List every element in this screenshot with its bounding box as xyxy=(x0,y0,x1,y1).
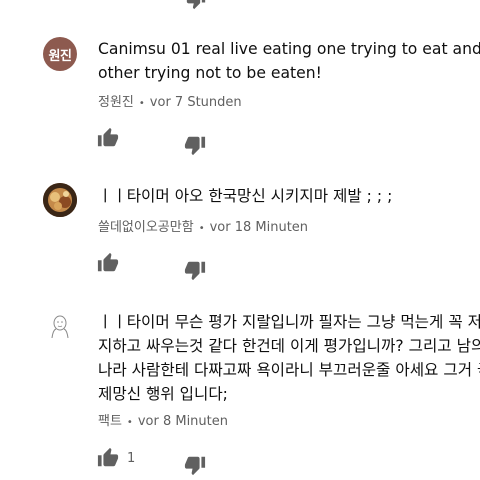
comment-line: other trying not to be eaten! xyxy=(98,64,322,82)
like-count: 1 xyxy=(127,451,136,466)
thumbs-down-icon[interactable] xyxy=(184,134,206,156)
meta-separator: • xyxy=(126,417,133,428)
comment-line: ㅣㅣ타이머 아오 한국망신 시키지마 제발 ; ; ; xyxy=(98,187,393,205)
comment-line: 제망신 행위 입니다; xyxy=(98,385,228,403)
timestamp: vor 8 Minuten xyxy=(137,414,228,429)
previous-comment-actions xyxy=(0,0,480,10)
thumbs-down-icon[interactable] xyxy=(186,0,206,10)
meta-separator: • xyxy=(138,98,145,109)
meta-separator: • xyxy=(198,223,205,234)
avatar[interactable] xyxy=(43,183,77,217)
avatar-photo xyxy=(43,183,77,217)
author-name[interactable]: 정원진 xyxy=(98,95,134,110)
avatar-sketch xyxy=(51,315,69,339)
comment-text: ㅣㅣ타이머 무슨 평가 지랄입니까 필자는 그냥 먹는게 꼭 저 느 지하고 싸… xyxy=(98,310,480,406)
thumbs-up-icon[interactable] xyxy=(97,252,119,274)
author-name[interactable]: 쓸데없이오공만함 xyxy=(98,220,194,235)
comment-text: ㅣㅣ타이머 아오 한국망신 시키지마 제발 ; ; ; xyxy=(98,184,480,208)
comment-meta: 쓸데없이오공만함 • vor 18 Minuten xyxy=(98,216,308,235)
comment-line: 나라 사람한테 다짜고짜 욕이라니 부끄러운줄 아세요 그거 국 xyxy=(98,361,480,379)
thumbs-up-icon[interactable] xyxy=(97,447,119,469)
thumbs-down-icon[interactable] xyxy=(184,454,206,476)
author-name[interactable]: 팩트 xyxy=(98,414,122,429)
comment-text: Canimsu 01 real live eating one trying t… xyxy=(98,37,480,85)
avatar-initials: 원진 xyxy=(48,48,72,64)
timestamp: vor 7 Stunden xyxy=(149,95,242,110)
comment-meta: 팩트 • vor 8 Minuten xyxy=(98,410,228,429)
comments-page: 원진 Canimsu 01 real live eating one tryin… xyxy=(0,0,480,480)
avatar[interactable]: 원진 xyxy=(43,37,77,71)
comment-line: Canimsu 01 real live eating one trying t… xyxy=(98,40,480,58)
thumbs-up-icon[interactable] xyxy=(97,127,119,149)
avatar[interactable] xyxy=(43,307,77,341)
comment-line: ㅣㅣ타이머 무슨 평가 지랄입니까 필자는 그냥 먹는게 꼭 저 느 xyxy=(98,313,480,331)
thumbs-down-icon[interactable] xyxy=(184,259,206,281)
comment-meta: 정원진 • vor 7 Stunden xyxy=(98,91,242,110)
comment-line: 지하고 싸우는것 같다 한건데 이게 평가입니까? 그리고 남의 xyxy=(98,337,480,355)
timestamp: vor 18 Minuten xyxy=(209,220,309,235)
